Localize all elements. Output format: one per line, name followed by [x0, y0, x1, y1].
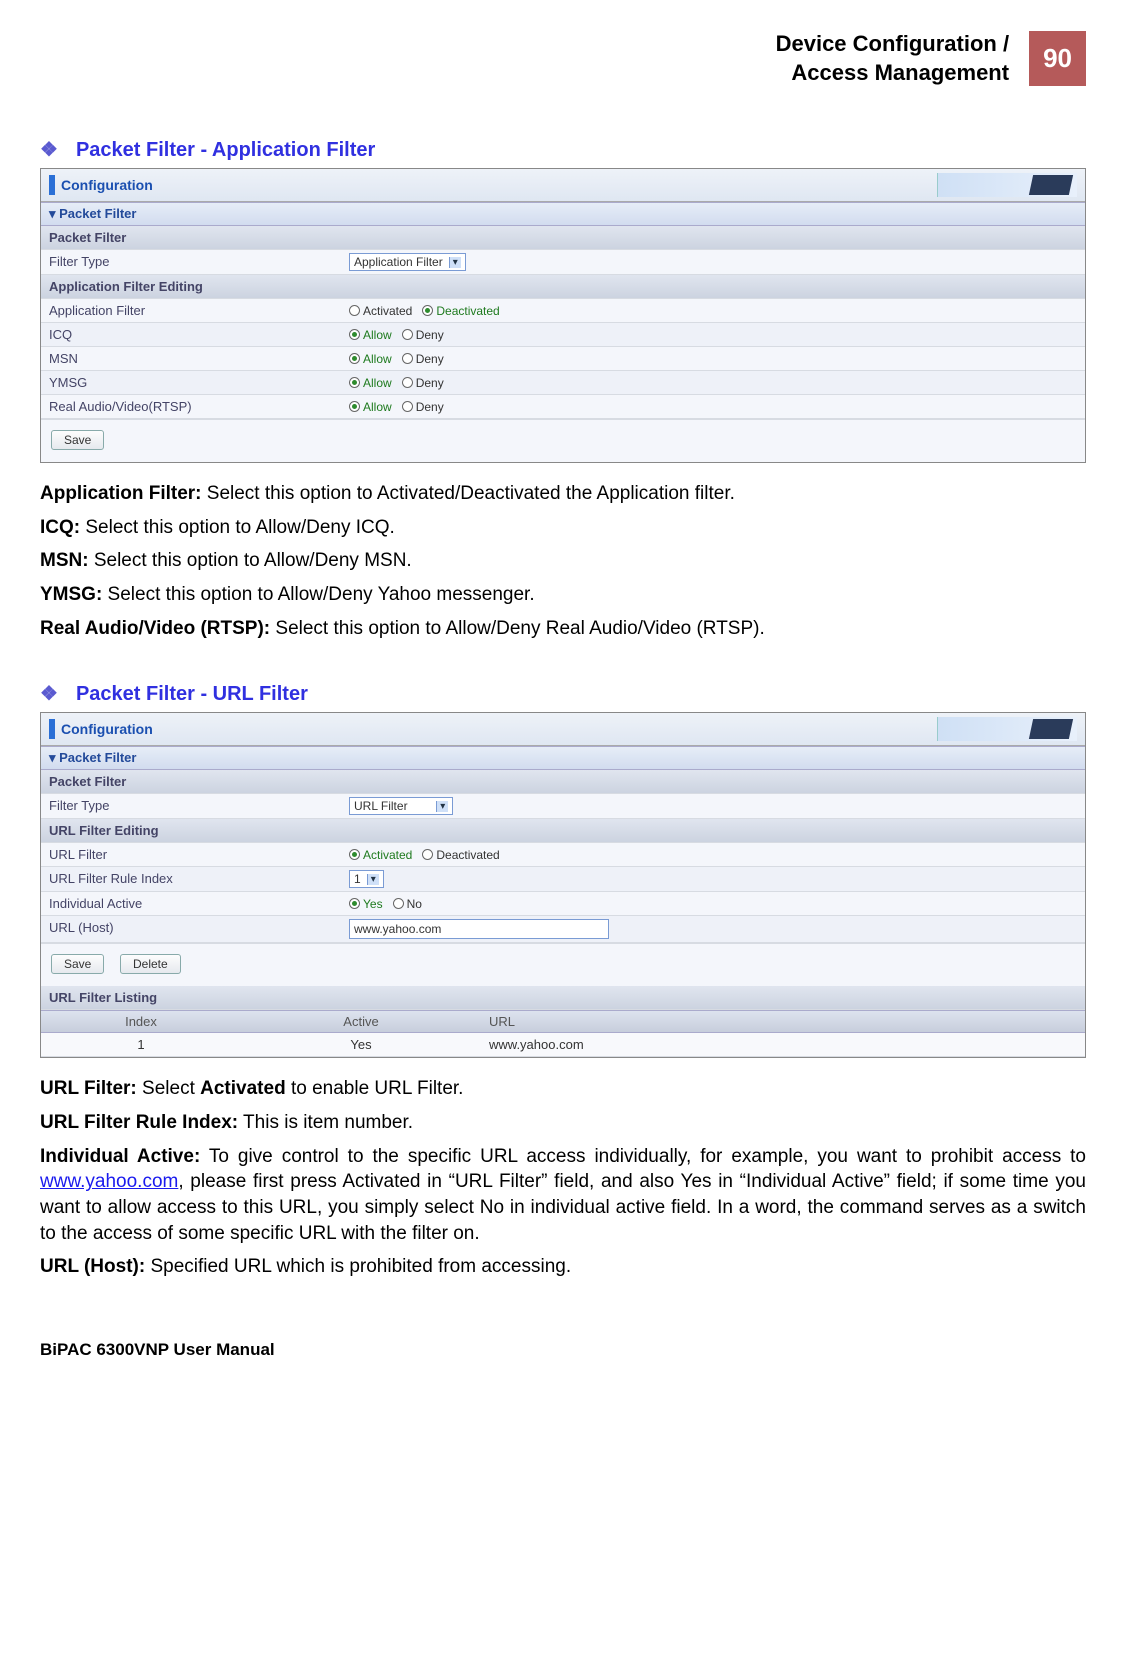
- subheader-packet-filter: Packet Filter: [41, 226, 341, 249]
- radio-ymsg-deny[interactable]: Deny: [402, 376, 444, 390]
- listing-row: 1 Yes www.yahoo.com: [41, 1033, 1085, 1057]
- radio-deactivated[interactable]: Deactivated: [422, 304, 499, 318]
- label-individual-active: Individual Active: [41, 892, 341, 915]
- radio-individual-no[interactable]: No: [393, 897, 422, 911]
- section-heading-url-filter: ❖Packet Filter - URL Filter: [40, 681, 1086, 706]
- radio-rtsp-deny[interactable]: Deny: [402, 400, 444, 414]
- accent-bar-icon: [49, 719, 55, 739]
- col-url: URL: [481, 1011, 1085, 1032]
- header-line1: Device Configuration /: [776, 31, 1009, 56]
- radio-msn-deny[interactable]: Deny: [402, 352, 444, 366]
- subheader-url-filter-listing: URL Filter Listing: [41, 986, 341, 1009]
- label-url-host: URL (Host): [41, 916, 341, 942]
- radio-url-activated[interactable]: Activated: [349, 848, 412, 862]
- desc-icq: ICQ: Select this option to Allow/Deny IC…: [40, 515, 1086, 541]
- label-filter-type: Filter Type: [41, 794, 341, 818]
- radio-url-deactivated[interactable]: Deactivated: [422, 848, 499, 862]
- label-url-filter: URL Filter: [41, 843, 341, 866]
- configuration-title: Configuration: [61, 177, 153, 193]
- subheader-app-filter-editing: Application Filter Editing: [41, 275, 341, 298]
- listing-header: Index Active URL: [41, 1010, 1085, 1033]
- chevron-down-icon: ▾: [449, 257, 461, 268]
- diamond-bullet-icon: ❖: [40, 139, 58, 161]
- radio-icq-allow[interactable]: Allow: [349, 328, 392, 342]
- cell-active: Yes: [241, 1033, 481, 1056]
- radio-individual-yes[interactable]: Yes: [349, 897, 383, 911]
- url-host-input[interactable]: www.yahoo.com: [349, 919, 609, 939]
- col-index: Index: [41, 1011, 241, 1032]
- band-packet-filter: ▾ Packet Filter: [41, 202, 1085, 226]
- cell-index: 1: [41, 1033, 241, 1056]
- panel-url-filter: Configuration ▾ Packet Filter Packet Fil…: [40, 712, 1086, 1058]
- subheader-packet-filter: Packet Filter: [41, 770, 341, 793]
- diamond-bullet-icon: ❖: [40, 683, 58, 705]
- label-rule-index: URL Filter Rule Index: [41, 867, 341, 891]
- label-msn: MSN: [41, 347, 341, 370]
- subheader-url-filter-editing: URL Filter Editing: [41, 819, 341, 842]
- section-heading-app-filter: ❖Packet Filter - Application Filter: [40, 137, 1086, 162]
- cell-url: www.yahoo.com: [481, 1033, 1085, 1056]
- radio-ymsg-allow[interactable]: Allow: [349, 376, 392, 390]
- filter-type-select[interactable]: Application Filter▾: [349, 253, 466, 271]
- panel-application-filter: Configuration ▾ Packet Filter Packet Fil…: [40, 168, 1086, 463]
- label-ymsg: YMSG: [41, 371, 341, 394]
- decorative-graphic: [937, 717, 1077, 741]
- decorative-graphic: [937, 173, 1077, 197]
- filter-type-select[interactable]: URL Filter ▾: [349, 797, 453, 815]
- footer-manual-title: BiPAC 6300VNP User Manual: [40, 1340, 1086, 1360]
- chevron-down-icon: ▾: [367, 874, 379, 885]
- delete-button[interactable]: Delete: [120, 954, 181, 974]
- label-icq: ICQ: [41, 323, 341, 346]
- radio-msn-allow[interactable]: Allow: [349, 352, 392, 366]
- page-number-badge: 90: [1029, 31, 1086, 86]
- header-line2: Access Management: [791, 60, 1009, 85]
- panel-header: Configuration: [41, 713, 1085, 746]
- desc-ymsg: YMSG: Select this option to Allow/Deny Y…: [40, 582, 1086, 608]
- desc-individual-active: Individual Active: To give control to th…: [40, 1144, 1086, 1247]
- link-yahoo[interactable]: www.yahoo.com: [40, 1171, 178, 1192]
- panel-header: Configuration: [41, 169, 1085, 202]
- desc-url-filter: URL Filter: Select Activated to enable U…: [40, 1076, 1086, 1102]
- label-application-filter: Application Filter: [41, 299, 341, 322]
- save-button[interactable]: Save: [51, 430, 104, 450]
- desc-rule-index: URL Filter Rule Index: This is item numb…: [40, 1110, 1086, 1136]
- page-header-title: Device Configuration / Access Management: [776, 30, 1009, 87]
- accent-bar-icon: [49, 175, 55, 195]
- label-rtsp: Real Audio/Video(RTSP): [41, 395, 341, 418]
- col-active: Active: [241, 1011, 481, 1032]
- desc-url-host: URL (Host): Specified URL which is prohi…: [40, 1254, 1086, 1280]
- desc-msn: MSN: Select this option to Allow/Deny MS…: [40, 548, 1086, 574]
- label-filter-type: Filter Type: [41, 250, 341, 274]
- rule-index-select[interactable]: 1▾: [349, 870, 384, 888]
- radio-icq-deny[interactable]: Deny: [402, 328, 444, 342]
- configuration-title: Configuration: [61, 721, 153, 737]
- chevron-down-icon: ▾: [436, 801, 448, 812]
- desc-application-filter: Application Filter: Select this option t…: [40, 481, 1086, 507]
- band-packet-filter: ▾ Packet Filter: [41, 746, 1085, 770]
- desc-rtsp: Real Audio/Video (RTSP): Select this opt…: [40, 616, 1086, 642]
- radio-activated[interactable]: Activated: [349, 304, 412, 318]
- radio-rtsp-allow[interactable]: Allow: [349, 400, 392, 414]
- save-button[interactable]: Save: [51, 954, 104, 974]
